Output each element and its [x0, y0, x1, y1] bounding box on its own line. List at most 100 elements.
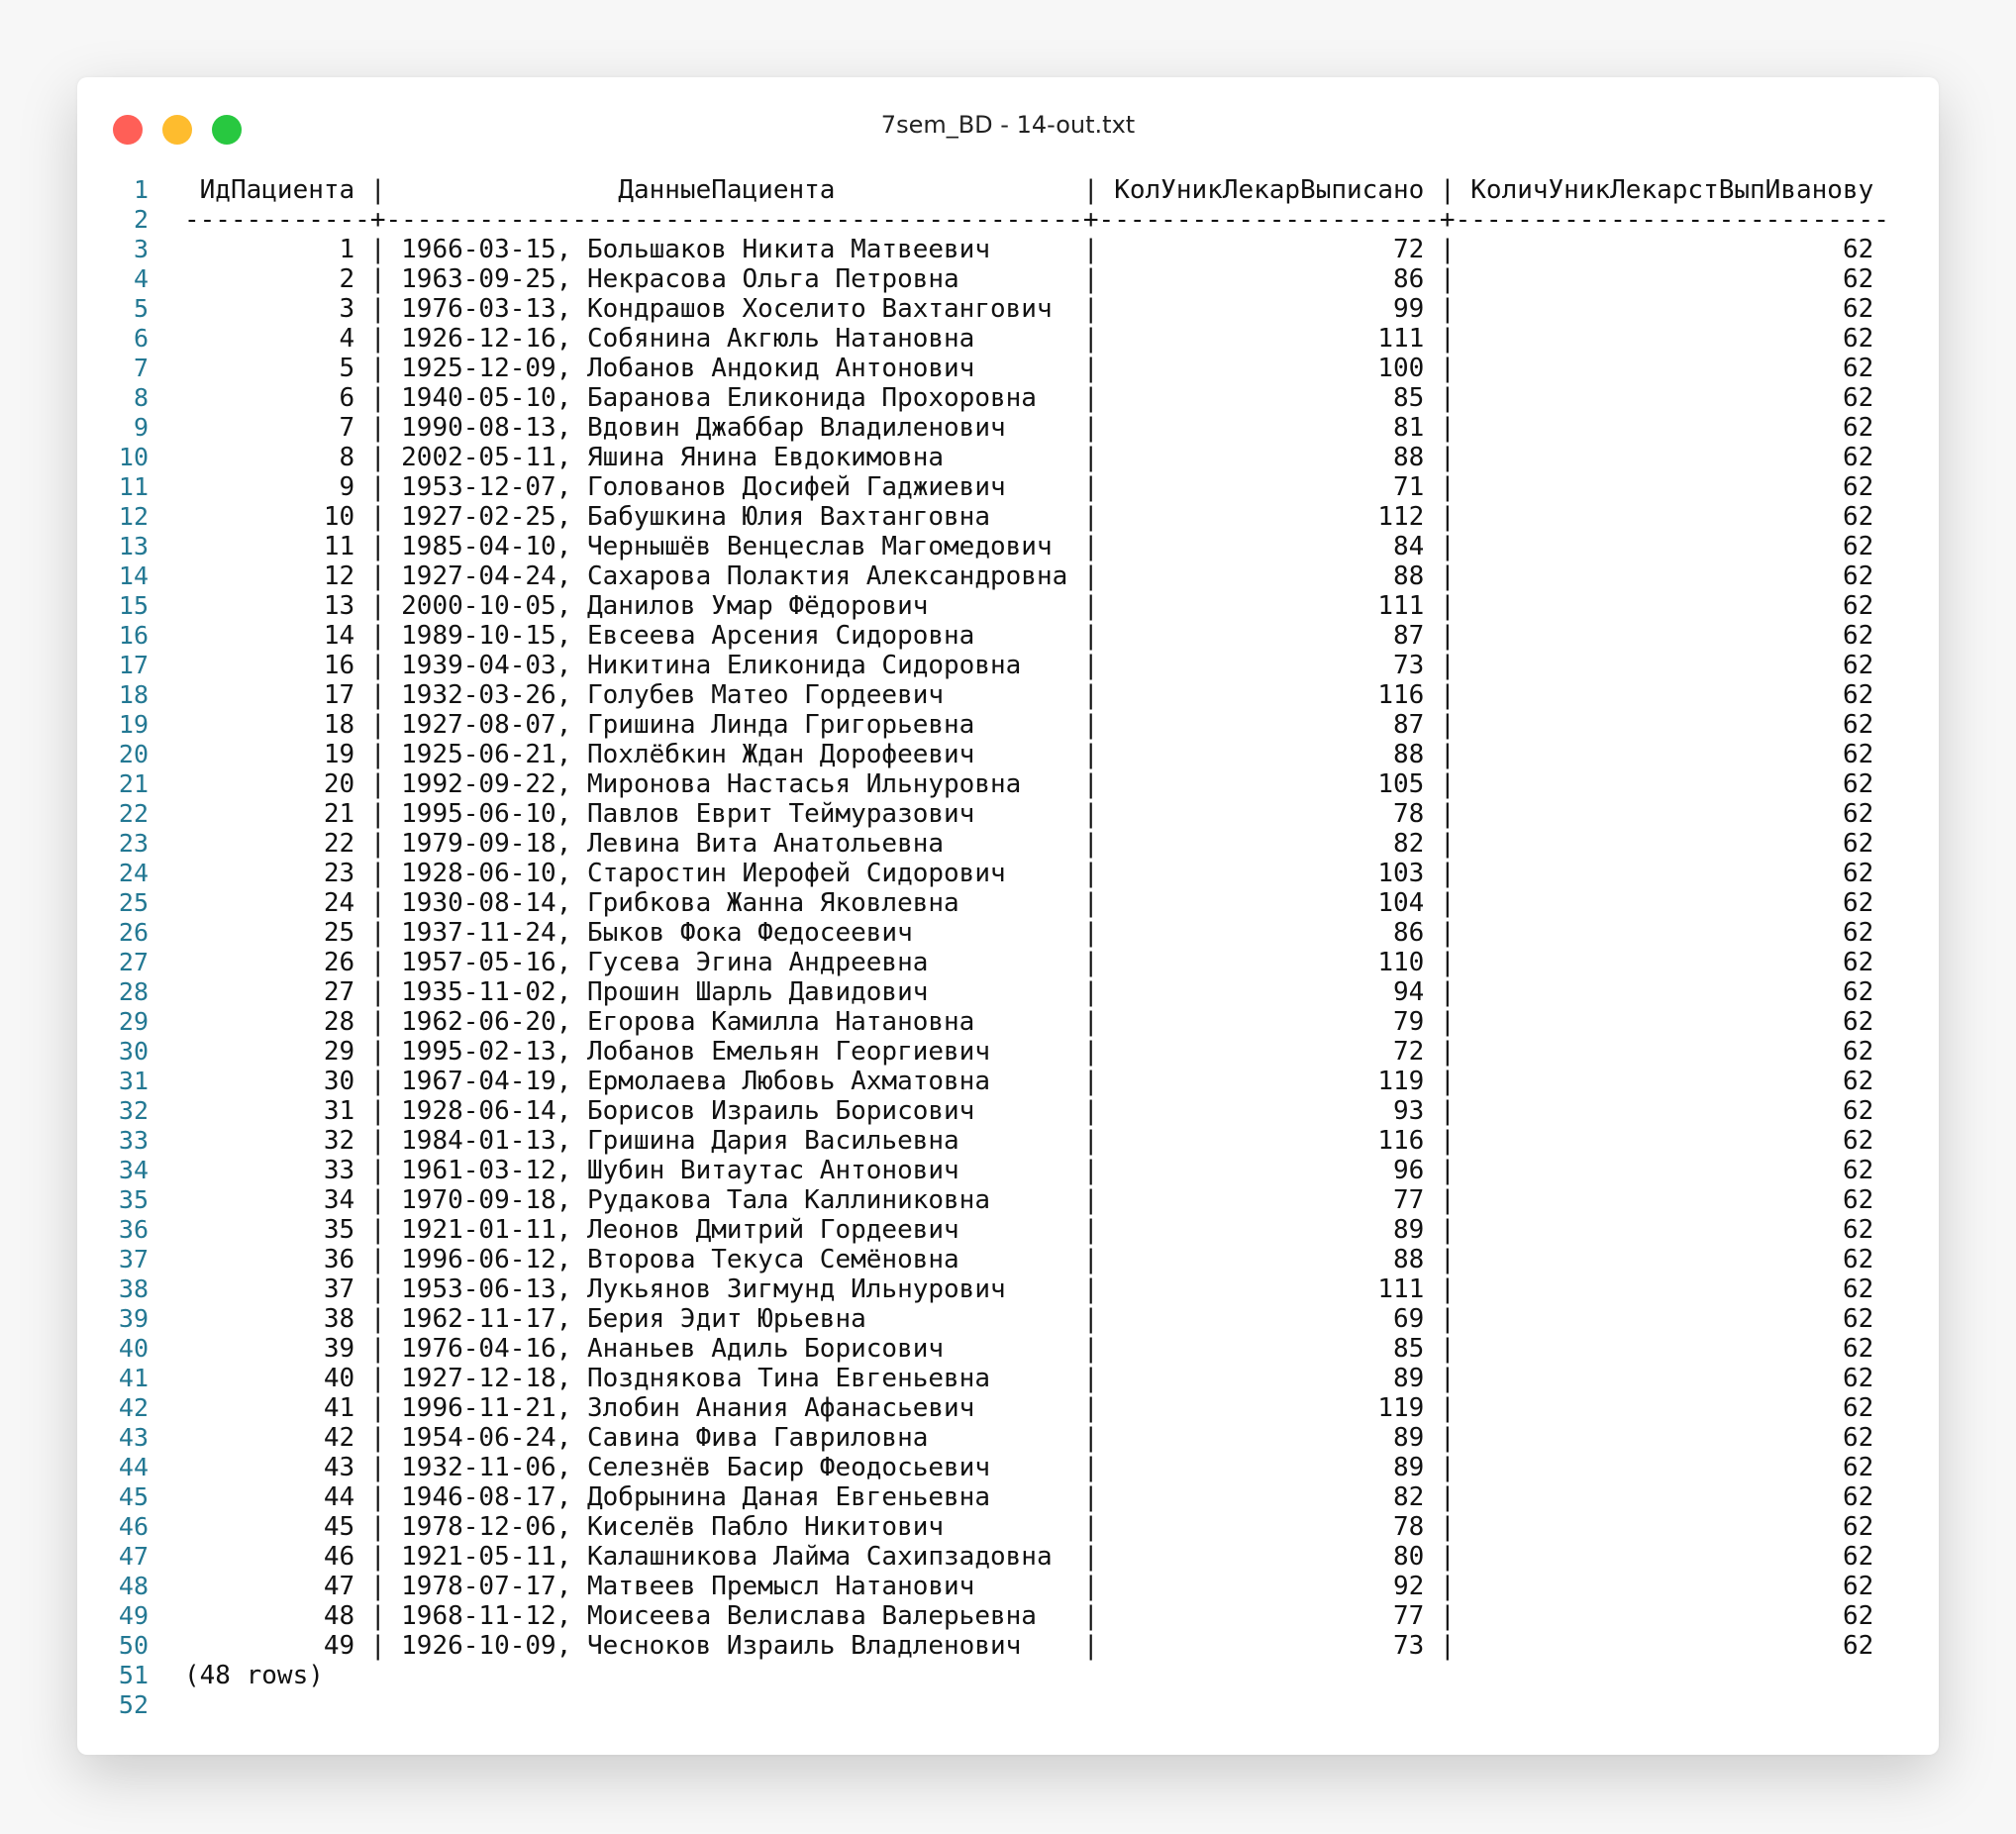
cell-unique-drugs: 112: [1114, 502, 1425, 532]
column-separator: |: [1067, 532, 1115, 561]
cell-id: 10: [184, 502, 355, 532]
cell-patient-data: 1985-04-10, Чернышёв Венцеслав Магомедов…: [401, 532, 1068, 561]
cell-unique-drugs: 96: [1114, 1156, 1425, 1185]
column-separator: |: [1067, 413, 1115, 443]
cell-unique-drugs: 85: [1114, 1334, 1425, 1364]
line-number: 28: [118, 977, 149, 1006]
column-separator: |: [354, 1156, 402, 1185]
cell-unique-drugs-ivanov: 62: [1470, 443, 1874, 472]
line-number: 38: [118, 1274, 149, 1303]
column-separator: |: [1067, 1542, 1115, 1572]
column-separator: |: [1424, 710, 1471, 740]
cell-unique-drugs-ivanov: 62: [1470, 651, 1874, 680]
cell-unique-drugs-ivanov: 62: [1470, 1334, 1874, 1364]
column-separator: |: [1067, 1572, 1115, 1601]
cell-id: 19: [184, 740, 355, 769]
line-number: 9: [133, 413, 149, 442]
cell-unique-drugs-ivanov: 62: [1470, 1393, 1874, 1423]
cell-patient-data: 1984-01-13, Гришина Дария Васильевна: [401, 1126, 1068, 1156]
cell-patient-data: 1928-06-10, Старостин Иерофей Сидорович: [401, 859, 1068, 888]
line-number: 20: [118, 740, 149, 768]
column-separator: |: [1067, 769, 1115, 799]
cell-id: 16: [184, 651, 355, 680]
cell-unique-drugs-ivanov: 62: [1470, 294, 1874, 324]
column-separator: |: [1067, 472, 1115, 502]
column-separator: |: [354, 859, 402, 888]
cell-unique-drugs: 89: [1114, 1423, 1425, 1453]
cell-unique-drugs-ivanov: 62: [1470, 1423, 1874, 1453]
column-separator: |: [1424, 977, 1471, 1007]
cell-unique-drugs-ivanov: 62: [1470, 1274, 1874, 1304]
column-separator: |: [354, 1542, 402, 1572]
cell-patient-data: 1932-03-26, Голубев Матео Гордеевич: [401, 680, 1068, 710]
cell-unique-drugs: 77: [1114, 1601, 1425, 1631]
cell-id: 31: [184, 1096, 355, 1126]
column-separator: |: [354, 235, 402, 264]
cell-patient-data: 1921-01-11, Леонов Дмитрий Гордеевич: [401, 1215, 1068, 1245]
column-separator: |: [1067, 1364, 1115, 1393]
cell-unique-drugs: 89: [1114, 1364, 1425, 1393]
cell-unique-drugs: 93: [1114, 1096, 1425, 1126]
column-separator: |: [1424, 1601, 1471, 1631]
cell-patient-data: 1927-02-25, Бабушкина Юлия Вахтанговна: [401, 502, 1068, 532]
column-separator: |: [1067, 1423, 1115, 1453]
cell-id: 4: [184, 324, 355, 354]
column-separator: |: [1424, 680, 1471, 710]
cell-id: 44: [184, 1482, 355, 1512]
column-separator: |: [1424, 1007, 1471, 1037]
cell-patient-data: 1995-02-13, Лобанов Емельян Георгиевич: [401, 1037, 1068, 1067]
line-number: 15: [118, 591, 149, 620]
column-separator: |: [1067, 1215, 1115, 1245]
column-separator: |: [1067, 1304, 1115, 1334]
cell-unique-drugs-ivanov: 62: [1470, 1215, 1874, 1245]
line-text: 48 | 1968-11-12, Моисеева Велислава Вале…: [184, 1601, 1873, 1631]
column-separator: |: [1067, 1156, 1115, 1185]
cell-id: 8: [184, 443, 355, 472]
line-text: 18 | 1927-08-07, Гришина Линда Григорьев…: [184, 710, 1873, 740]
line-number: 14: [118, 561, 149, 590]
cell-id: 35: [184, 1215, 355, 1245]
line-text: 28 | 1962-06-20, Егорова Камилла Натанов…: [184, 1007, 1873, 1037]
cell-unique-drugs: 82: [1114, 1482, 1425, 1512]
column-separator: |: [1424, 651, 1471, 680]
cell-id: 17: [184, 680, 355, 710]
cell-patient-data: 1940-05-10, Баранова Еликонида Прохоровн…: [401, 383, 1068, 413]
line-text: 46 | 1921-05-11, Калашникова Лайма Сахип…: [184, 1542, 1873, 1572]
cell-unique-drugs: 103: [1114, 859, 1425, 888]
line-number: 50: [118, 1631, 149, 1660]
line-number: 5: [133, 294, 149, 323]
cell-unique-drugs-ivanov: 62: [1470, 1304, 1874, 1334]
column-separator: |: [1424, 591, 1471, 621]
column-separator: |: [1067, 948, 1115, 977]
cell-unique-drugs: 81: [1114, 413, 1425, 443]
line-text: 13 | 2000-10-05, Данилов Умар Фёдорович …: [184, 591, 1873, 621]
column-separator: |: [1067, 561, 1115, 591]
column-separator: |: [354, 1512, 402, 1542]
cell-id: 40: [184, 1364, 355, 1393]
cell-unique-drugs: 77: [1114, 1185, 1425, 1215]
cell-patient-data: 1925-12-09, Лобанов Андокид Антонович: [401, 354, 1068, 383]
cell-unique-drugs-ivanov: 62: [1470, 1245, 1874, 1274]
cell-unique-drugs-ivanov: 62: [1470, 324, 1874, 354]
column-separator: |: [1067, 591, 1115, 621]
cell-patient-data: 1954-06-24, Савина Фива Гавриловна: [401, 1423, 1068, 1453]
line-number: 2: [133, 205, 149, 234]
line-number: 44: [118, 1453, 149, 1481]
column-separator: |: [1067, 1185, 1115, 1215]
column-separator: |: [1424, 1245, 1471, 1274]
cell-id: 14: [184, 621, 355, 651]
cell-unique-drugs: 92: [1114, 1572, 1425, 1601]
column-separator: |: [1067, 859, 1115, 888]
column-separator: |: [1067, 1245, 1115, 1274]
column-separator: |: [1067, 1334, 1115, 1364]
cell-patient-data: 1921-05-11, Калашникова Лайма Сахипзадов…: [401, 1542, 1068, 1572]
cell-unique-drugs: 71: [1114, 472, 1425, 502]
column-separator: |: [354, 294, 402, 324]
column-separator: |: [354, 1601, 402, 1631]
cell-unique-drugs-ivanov: 62: [1470, 710, 1874, 740]
cell-id: 39: [184, 1334, 355, 1364]
column-separator: |: [1424, 1423, 1471, 1453]
line-number: 17: [118, 651, 149, 679]
line-text: 20 | 1992-09-22, Миронова Настасья Ильну…: [184, 769, 1873, 799]
cell-patient-data: 1992-09-22, Миронова Настасья Ильнуровна: [401, 769, 1068, 799]
